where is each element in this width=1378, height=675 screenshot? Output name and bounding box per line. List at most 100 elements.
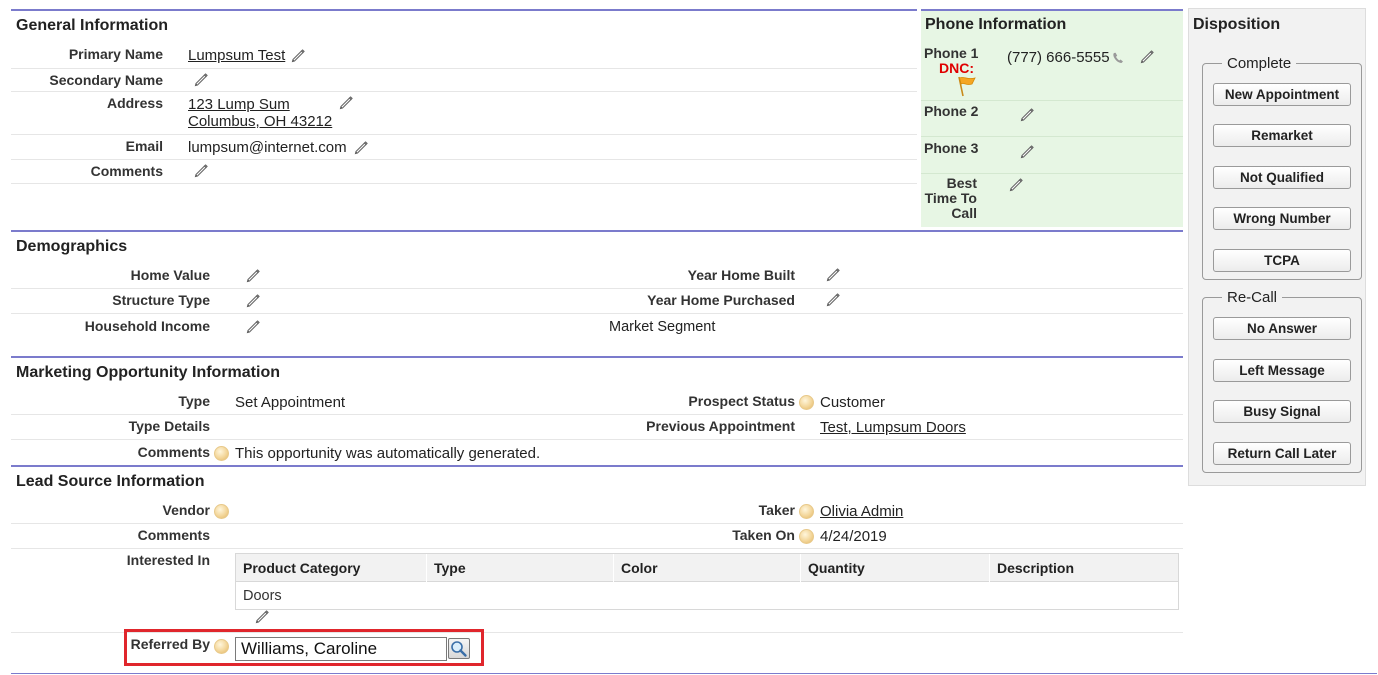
- bottom-rule: [11, 673, 1377, 674]
- marketing-comments-help-icon[interactable]: [214, 446, 229, 461]
- busy-signal-button[interactable]: Busy Signal: [1213, 400, 1351, 423]
- magnifier-icon: [451, 641, 467, 657]
- tcpa-button[interactable]: TCPA: [1213, 249, 1351, 272]
- no-answer-button[interactable]: No Answer: [1213, 317, 1351, 340]
- divider: [11, 159, 917, 160]
- lead-source-section-rule: [11, 465, 1183, 467]
- best-time-line3: Call: [951, 205, 977, 221]
- divider: [11, 439, 1183, 440]
- taker-link[interactable]: Olivia Admin: [820, 503, 903, 520]
- address-line2-link[interactable]: Columbus, OH 43212: [188, 113, 332, 130]
- phone1-label: Phone 1: [924, 45, 979, 61]
- taken-on-help-icon[interactable]: [799, 529, 814, 544]
- referred-by-label: Referred By: [130, 636, 210, 652]
- divider: [921, 100, 1183, 101]
- type-label: Type: [178, 393, 210, 409]
- divider: [11, 414, 1183, 415]
- previous-appointment-label: Previous Appointment: [646, 418, 795, 434]
- household-income-label: Household Income: [84, 318, 210, 334]
- home-value-label: Home Value: [130, 267, 210, 283]
- taken-on-label: Taken On: [732, 527, 795, 543]
- divider: [11, 183, 917, 184]
- edit-email-icon[interactable]: [353, 139, 369, 155]
- left-message-button[interactable]: Left Message: [1213, 359, 1351, 382]
- demographics-section-rule: [11, 230, 1183, 232]
- email-label: Email: [125, 138, 163, 154]
- column-header-color[interactable]: Color: [613, 554, 800, 582]
- taker-label: Taker: [758, 502, 795, 518]
- edit-address-icon[interactable]: [338, 94, 354, 110]
- marketing-comments-value: This opportunity was automatically gener…: [235, 445, 541, 462]
- edit-interested-in-icon[interactable]: [254, 608, 270, 624]
- secondary-name-label: Secondary Name: [49, 72, 163, 88]
- prospect-status-help-icon[interactable]: [799, 395, 814, 410]
- divider: [11, 91, 917, 92]
- table-header: Product Category Type Color Quantity Des…: [236, 554, 1178, 582]
- marketing-comments-label: Comments: [137, 444, 210, 460]
- general-comments-label: Comments: [90, 163, 163, 179]
- recall-legend: Re-Call: [1222, 289, 1283, 306]
- edit-household-income-icon[interactable]: [245, 318, 261, 334]
- divider: [11, 313, 1183, 314]
- vendor-help-icon[interactable]: [214, 504, 229, 519]
- divider: [11, 134, 917, 135]
- remarket-button[interactable]: Remarket: [1213, 124, 1351, 147]
- column-header-product-category[interactable]: Product Category: [236, 554, 426, 582]
- year-home-purchased-label: Year Home Purchased: [647, 292, 795, 308]
- dnc-flag-icon: [958, 76, 976, 97]
- divider: [921, 173, 1183, 174]
- wrong-number-button[interactable]: Wrong Number: [1213, 207, 1351, 230]
- edit-phone2-icon[interactable]: [1019, 106, 1035, 122]
- edit-year-built-icon[interactable]: [825, 266, 841, 282]
- taken-on-value: 4/24/2019: [820, 528, 887, 545]
- edit-structure-type-icon[interactable]: [245, 292, 261, 308]
- taker-help-icon[interactable]: [799, 504, 814, 519]
- interested-in-table: Product Category Type Color Quantity Des…: [235, 553, 1179, 610]
- previous-appointment-link[interactable]: Test, Lumpsum Doors: [820, 419, 966, 436]
- divider: [11, 68, 917, 69]
- edit-home-value-icon[interactable]: [245, 267, 261, 283]
- edit-general-comments-icon[interactable]: [193, 162, 209, 178]
- structure-type-label: Structure Type: [112, 292, 210, 308]
- phone-call-icon[interactable]: [1111, 51, 1127, 65]
- year-home-built-label: Year Home Built: [687, 267, 795, 283]
- edit-phone3-icon[interactable]: [1019, 143, 1035, 159]
- vendor-label: Vendor: [162, 502, 210, 518]
- edit-best-time-icon[interactable]: [1008, 176, 1024, 192]
- edit-secondary-name-icon[interactable]: [193, 71, 209, 87]
- phone-section-title: Phone Information: [925, 16, 1067, 33]
- phone1-value: (777) 666-5555: [1007, 49, 1110, 66]
- new-appointment-button[interactable]: New Appointment: [1213, 83, 1351, 106]
- lead-comments-label: Comments: [137, 527, 210, 543]
- market-segment-label: Market Segment: [609, 319, 716, 335]
- lookup-search-button[interactable]: [448, 638, 470, 659]
- divider: [11, 548, 1183, 549]
- column-header-type[interactable]: Type: [426, 554, 613, 582]
- primary-name-label: Primary Name: [68, 46, 163, 62]
- primary-name-link[interactable]: Lumpsum Test: [188, 47, 285, 64]
- column-header-description[interactable]: Description: [989, 554, 1178, 582]
- prospect-status-value: Customer: [820, 394, 886, 411]
- complete-legend: Complete: [1222, 55, 1297, 72]
- marketing-section-title: Marketing Opportunity Information: [16, 364, 280, 381]
- return-call-later-button[interactable]: Return Call Later: [1213, 442, 1351, 465]
- email-value: lumpsum@internet.com: [188, 139, 347, 156]
- general-section-title: General Information: [16, 17, 169, 34]
- marketing-section-rule: [11, 356, 1183, 358]
- best-time-line1: Best: [946, 175, 977, 191]
- referred-by-help-icon[interactable]: [214, 639, 229, 654]
- address-label: Address: [106, 95, 163, 111]
- column-header-quantity[interactable]: Quantity: [800, 554, 989, 582]
- edit-primary-name-icon[interactable]: [290, 47, 306, 63]
- divider: [921, 136, 1183, 137]
- referred-by-input[interactable]: [235, 637, 447, 661]
- not-qualified-button[interactable]: Not Qualified: [1213, 166, 1351, 189]
- edit-phone1-icon[interactable]: [1139, 48, 1155, 64]
- disposition-title: Disposition: [1193, 16, 1281, 33]
- edit-year-purchased-icon[interactable]: [825, 291, 841, 307]
- general-section-rule: [11, 9, 917, 11]
- type-details-label: Type Details: [128, 418, 210, 434]
- phone2-label: Phone 2: [924, 103, 979, 119]
- phone-section-rule: [921, 9, 1183, 11]
- address-line1-link[interactable]: 123 Lump Sum: [188, 96, 290, 113]
